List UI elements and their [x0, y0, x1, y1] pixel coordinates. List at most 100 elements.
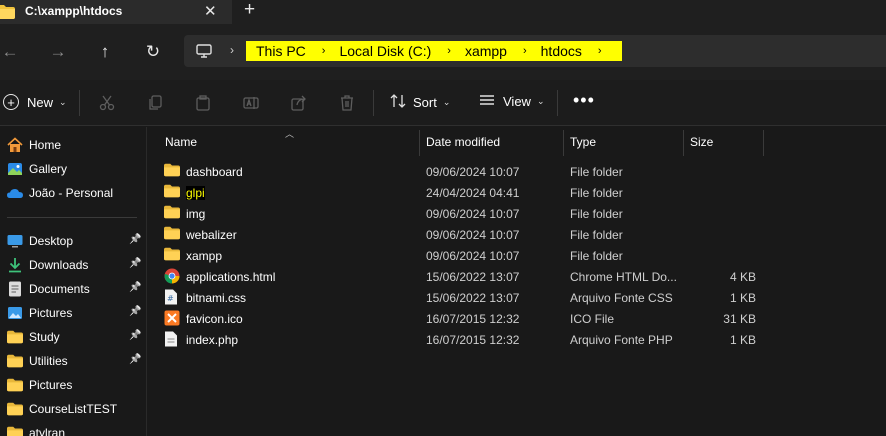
sidebar-item-desktop[interactable]: Desktop 📌 [7, 230, 145, 252]
more-options-icon[interactable]: ••• [573, 90, 595, 111]
folder-icon [164, 184, 180, 200]
folder-icon [164, 247, 180, 263]
sidebar-item-utilities[interactable]: Utilities 📌 [7, 350, 145, 372]
sidebar-item-jo-o-personal[interactable]: João - Personal [7, 182, 145, 204]
rename-icon[interactable] [241, 93, 261, 113]
column-divider[interactable] [763, 130, 764, 156]
file-date-modified: 16/07/2015 12:32 [426, 333, 520, 347]
gallery-icon [7, 161, 23, 177]
file-name: xampp [186, 249, 223, 263]
column-header-date[interactable]: Date modified [426, 135, 500, 149]
column-header-name[interactable]: Name [165, 135, 197, 149]
chrome-icon [164, 268, 180, 284]
sidebar-divider [7, 217, 137, 218]
desktop-icon [7, 233, 23, 249]
new-button[interactable]: + New ⌄ [3, 94, 67, 110]
sidebar-item-documents[interactable]: Documents 📌 [7, 278, 145, 300]
chevron-right-icon: › [230, 43, 234, 57]
column-divider[interactable] [683, 130, 684, 156]
file-size: 1 KB [729, 291, 756, 305]
folder-icon [7, 425, 23, 436]
chevron-right-icon[interactable]: › [322, 45, 326, 57]
folder-icon [7, 401, 23, 417]
cut-icon[interactable] [97, 93, 117, 113]
file-name: index.php [186, 333, 239, 347]
divider [79, 90, 80, 116]
sidebar-item-label: Pictures [29, 306, 73, 320]
delete-icon[interactable] [337, 93, 357, 113]
pictures-icon [7, 305, 23, 321]
folder-icon [164, 163, 180, 179]
sidebar-item-gallery[interactable]: Gallery [7, 158, 145, 180]
file-row[interactable]: applications.html 15/06/2022 13:07 Chrome … [164, 266, 764, 287]
breadcrumb-htdocs[interactable]: htdocs [541, 43, 582, 59]
address-bar[interactable]: › This PC › Local Disk (C:) › xampp › ht… [184, 35, 886, 67]
pin-icon[interactable]: 📌 [129, 306, 141, 317]
file-type: Chrome HTML Do... [570, 270, 677, 284]
chevron-right-icon[interactable]: › [523, 45, 527, 57]
file-row[interactable]: xampp 09/06/2024 10:07 File folder [164, 245, 764, 266]
file-name: dashboard [186, 165, 243, 179]
file-date-modified: 24/04/2024 04:41 [426, 186, 520, 200]
sidebar-item-pictures[interactable]: Pictures 📌 [7, 302, 145, 324]
tab-title: C:\xampp\htdocs [25, 4, 123, 18]
file-row[interactable]: dashboard 09/06/2024 10:07 File folder [164, 161, 764, 182]
divider [557, 90, 558, 116]
file-row[interactable]: glpi 24/04/2024 04:41 File folder [164, 182, 764, 203]
view-icon [479, 94, 495, 109]
sidebar-item-courselisttest[interactable]: CourseListTEST [7, 398, 145, 420]
pin-icon[interactable]: 📌 [129, 234, 141, 245]
sidebar-item-label: Downloads [29, 258, 89, 272]
file-name: favicon.ico [186, 312, 243, 326]
css-file-icon: # [164, 289, 180, 305]
column-divider[interactable] [563, 130, 564, 156]
copy-icon[interactable] [145, 93, 165, 113]
sort-button[interactable]: Sort ⌄ [390, 94, 450, 111]
file-row[interactable]: # bitnami.css 15/06/2022 13:07 Arquivo Font… [164, 287, 764, 308]
sidebar-item-downloads[interactable]: Downloads 📌 [7, 254, 145, 276]
chevron-down-icon: ⌄ [59, 96, 67, 107]
pin-icon[interactable]: 📌 [129, 282, 141, 293]
column-header-size[interactable]: Size [690, 135, 713, 149]
up-button[interactable]: ↑ [91, 38, 119, 66]
file-size: 31 KB [723, 312, 756, 326]
sort-ascending-icon: ︿ [285, 129, 295, 139]
file-date-modified: 09/06/2024 10:07 [426, 207, 520, 221]
sidebar-item-study[interactable]: Study 📌 [7, 326, 145, 348]
sidebar-item-pictures[interactable]: Pictures [7, 374, 145, 396]
view-button[interactable]: View ⌄ [479, 94, 545, 109]
documents-icon [7, 281, 23, 297]
command-bar: + New ⌄ Sort ⌄ View ⌄ ••• [0, 80, 886, 126]
folder-icon [7, 353, 23, 369]
paste-icon[interactable] [193, 93, 213, 113]
file-row[interactable]: img 09/06/2024 10:07 File folder [164, 203, 764, 224]
file-row[interactable]: webalizer 09/06/2024 10:07 File folder [164, 224, 764, 245]
sidebar-item-label: Study [29, 330, 60, 344]
forward-button[interactable]: → [44, 38, 72, 66]
file-type: Arquivo Fonte CSS [570, 291, 673, 305]
file-row[interactable]: index.php 16/07/2015 12:32 Arquivo Fonte P… [164, 329, 764, 350]
column-divider[interactable] [419, 130, 420, 156]
sidebar-item-label: Utilities [29, 354, 68, 368]
pin-icon[interactable]: 📌 [129, 354, 141, 365]
chevron-right-icon[interactable]: › [598, 45, 602, 57]
file-name: glpi [186, 186, 205, 200]
column-header-type[interactable]: Type [570, 135, 596, 149]
chevron-right-icon[interactable]: › [447, 45, 451, 57]
sidebar-item-label: CourseListTEST [29, 402, 118, 416]
breadcrumb-this-pc[interactable]: This PC [256, 43, 306, 59]
share-icon[interactable] [289, 93, 309, 113]
file-row[interactable]: favicon.ico 16/07/2015 12:32 ICO File 31 KB [164, 308, 764, 329]
back-button[interactable]: ← [0, 38, 24, 66]
sort-label: Sort [413, 95, 437, 110]
pin-icon[interactable]: 📌 [129, 258, 141, 269]
breadcrumb-local-disk[interactable]: Local Disk (C:) [339, 43, 431, 59]
tab-htdocs[interactable]: C:\xampp\htdocs ✕ [0, 0, 232, 24]
new-tab-button[interactable]: + [244, 0, 255, 21]
close-tab-icon[interactable]: ✕ [204, 2, 217, 20]
breadcrumb-xampp[interactable]: xampp [465, 43, 507, 59]
pin-icon[interactable]: 📌 [129, 330, 141, 341]
sidebar-item-home[interactable]: Home [7, 134, 145, 156]
sidebar-item-atylran[interactable]: atylran [7, 422, 145, 436]
refresh-button[interactable]: ↻ [139, 38, 167, 66]
